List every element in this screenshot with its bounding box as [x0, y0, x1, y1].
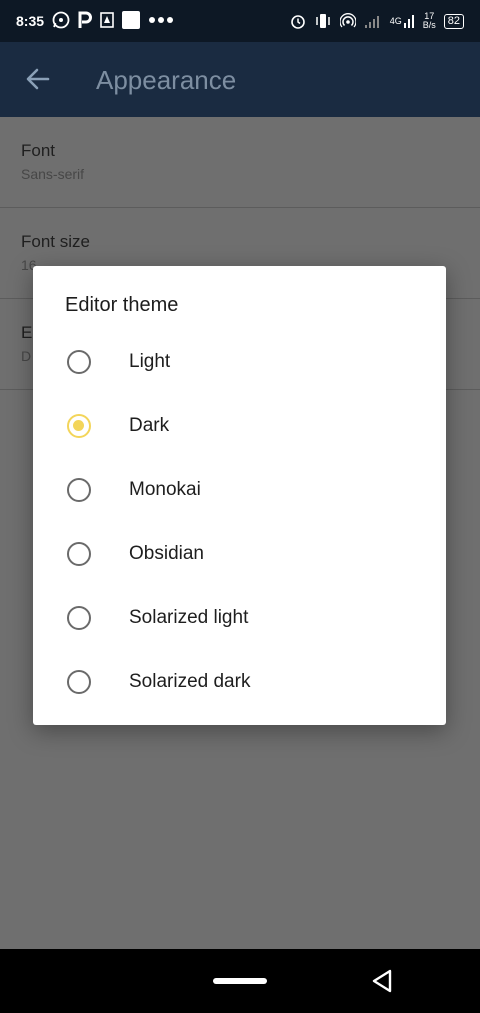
white-square-icon [122, 10, 140, 30]
app-bar: Appearance [0, 42, 480, 117]
setting-value: Sans-serif [21, 166, 85, 182]
theme-option-obsidian[interactable]: Obsidian [33, 524, 446, 588]
option-label: Obsidian [129, 543, 204, 564]
home-pill-icon[interactable] [213, 978, 267, 984]
radio-button[interactable] [67, 542, 91, 566]
setting-title: Font size [21, 232, 90, 251]
editor-theme-dialog: Editor theme Light Dark Monokai Obsidian… [33, 266, 446, 725]
theme-option-monokai[interactable]: Monokai [33, 460, 446, 524]
drive-icon [100, 10, 114, 30]
status-bar: 8:35 4G 17 B/s 82 [0, 0, 480, 42]
network-4g-icon: 4G [390, 11, 415, 31]
setting-title: Font [21, 141, 56, 160]
radio-button[interactable] [67, 478, 91, 502]
radio-button[interactable] [67, 350, 91, 374]
option-label: Solarized light [129, 607, 249, 628]
radio-button-selected[interactable] [67, 414, 91, 438]
arrow-back-icon[interactable] [22, 62, 54, 96]
hotspot-icon [339, 11, 356, 31]
option-label: Dark [129, 415, 170, 436]
status-left-icons [52, 10, 174, 30]
option-label: Monokai [129, 479, 201, 500]
navigation-bar [0, 949, 480, 1013]
setting-font[interactable]: Font Sans-serif [0, 117, 480, 208]
radio-button[interactable] [67, 606, 91, 630]
alarm-icon [290, 11, 306, 31]
vibrate-icon [314, 11, 332, 31]
status-right-icons: 4G 17 B/s 82 [290, 11, 464, 31]
option-label: Light [129, 351, 171, 372]
more-dots-icon [148, 10, 174, 30]
p-app-icon [78, 10, 92, 30]
theme-option-dark[interactable]: Dark [33, 396, 446, 460]
battery-level: 82 [443, 13, 464, 29]
nav-back-icon[interactable] [370, 968, 394, 994]
page-title: Appearance [96, 65, 237, 95]
battery-icon: 82 [443, 11, 464, 31]
theme-option-light[interactable]: Light [33, 332, 446, 396]
theme-option-solarized-dark[interactable]: Solarized dark [33, 652, 446, 716]
option-label: Solarized dark [129, 671, 251, 692]
theme-option-solarized-light[interactable]: Solarized light [33, 588, 446, 652]
status-time: 8:35 [16, 13, 45, 29]
setting-value: D [21, 348, 32, 364]
radio-button[interactable] [67, 670, 91, 694]
whatsapp-icon [52, 10, 70, 30]
network-speed: 17 B/s [422, 11, 436, 30]
dialog-title: Editor theme [65, 294, 179, 316]
signal-icon [364, 11, 382, 31]
